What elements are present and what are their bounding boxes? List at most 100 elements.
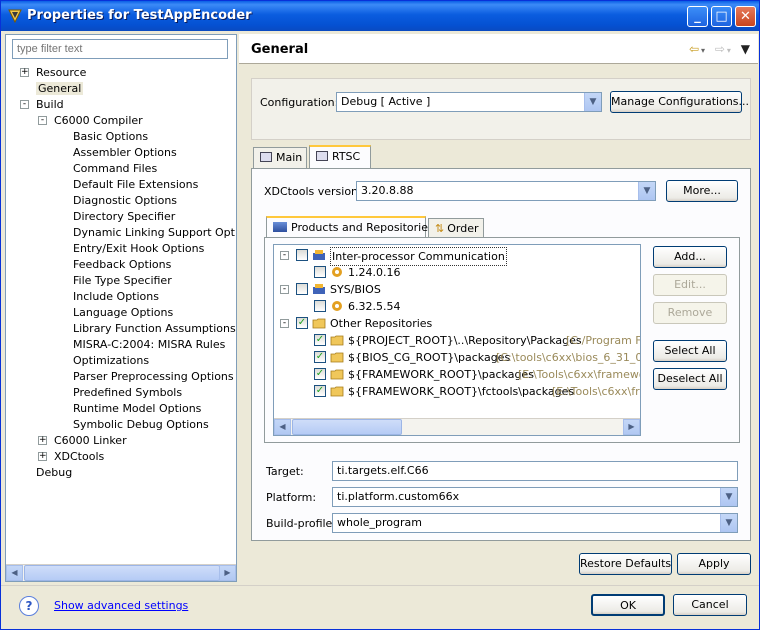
window-title: Properties for TestAppEncoder <box>27 8 252 23</box>
package-icon <box>332 301 342 311</box>
tree-item-general[interactable]: General <box>36 81 84 97</box>
collapse-icon[interactable]: - <box>20 100 29 109</box>
view-menu-icon[interactable]: ▼ <box>741 42 750 56</box>
collapse-icon[interactable]: - <box>38 116 47 125</box>
checkbox-repo-bios-cg-root[interactable]: ✓ <box>314 351 326 363</box>
repo-row-project-root[interactable]: ✓ ${PROJECT_ROOT}\..\Repository\Packages… <box>274 332 640 349</box>
back-menu-icon[interactable]: ▾ <box>701 46 705 55</box>
tree-item-runtime-model[interactable]: Runtime Model Options <box>73 401 201 417</box>
product-row-other-repos[interactable]: - ✓ Other Repositories <box>274 315 634 332</box>
xdctools-version-select[interactable]: 3.20.8.88 ▼ <box>356 181 656 201</box>
scroll-left-icon[interactable]: ◀ <box>274 419 291 435</box>
products-tree[interactable]: - Inter-processor Communication 1.24.0.1… <box>273 244 641 436</box>
build-profile-select[interactable]: whole_program ▼ <box>332 513 738 533</box>
product-icon <box>313 284 325 294</box>
tree-item-predefined-symbols[interactable]: Predefined Symbols <box>73 385 182 401</box>
products-horizontal-scrollbar[interactable]: ◀ ▶ <box>274 418 640 435</box>
tree-item-file-type-specifier[interactable]: File Type Specifier <box>73 273 172 289</box>
maximize-icon: □ <box>715 9 728 24</box>
tab-rtsc[interactable]: RTSC <box>309 145 371 169</box>
tree-item-language-options[interactable]: Language Options <box>73 305 173 321</box>
product-row-sysbios[interactable]: - SYS/BIOS <box>274 281 634 298</box>
tree-item-symbolic-debug[interactable]: Symbolic Debug Options <box>73 417 209 433</box>
apply-button[interactable]: Apply <box>677 553 751 575</box>
checkbox-sysbios[interactable] <box>296 283 308 295</box>
checkbox-ipc[interactable] <box>296 249 308 261</box>
ccs-app-icon <box>8 9 22 24</box>
help-icon[interactable]: ? <box>19 596 39 616</box>
checkbox-ipc-version[interactable] <box>314 266 326 278</box>
tree-item-entry-exit-hook[interactable]: Entry/Exit Hook Options <box>73 241 204 257</box>
product-icon <box>313 250 325 260</box>
checkbox-sysbios-version[interactable] <box>314 300 326 312</box>
page-header: General ⇦ ▾ ⇨ ▾ ▼ <box>239 34 758 64</box>
ok-button[interactable]: OK <box>591 594 665 616</box>
left-horizontal-scrollbar[interactable]: ◀ ▶ <box>6 564 236 581</box>
tree-item-default-file-extensions[interactable]: Default File Extensions <box>73 177 198 193</box>
target-label: Target: <box>266 465 304 478</box>
tree-item-include-options[interactable]: Include Options <box>73 289 159 305</box>
product-row-ipc[interactable]: - Inter-processor Communication <box>274 247 634 266</box>
repo-row-fctools[interactable]: ✓ ${FRAMEWORK_ROOT}\fctools\packages [E:… <box>274 383 640 400</box>
expand-icon[interactable]: + <box>38 436 47 445</box>
chevron-down-icon: ▼ <box>720 488 737 506</box>
manage-configurations-button[interactable]: Manage Configurations... <box>610 91 749 113</box>
tree-item-debug[interactable]: Debug <box>36 465 72 481</box>
checkbox-repo-fctools[interactable]: ✓ <box>314 385 326 397</box>
tab-main[interactable]: Main <box>253 147 307 169</box>
deselect-all-button[interactable]: Deselect All <box>653 368 727 390</box>
expand-icon[interactable]: + <box>38 452 47 461</box>
minimize-button[interactable]: _ <box>687 6 708 27</box>
product-row-ipc-version[interactable]: 1.24.0.16 <box>274 264 634 281</box>
products-icon <box>273 222 287 232</box>
back-arrow-icon[interactable]: ⇦ <box>689 42 699 56</box>
chevron-down-icon: ▼ <box>638 182 655 200</box>
repo-row-bios-cg-root[interactable]: ✓ ${BIOS_CG_ROOT}\packages [C:\tools\c6x… <box>274 349 640 366</box>
show-advanced-settings-link[interactable]: Show advanced settings <box>54 599 188 612</box>
collapse-icon[interactable]: - <box>280 319 289 328</box>
rtsc-tab-pane: XDCtools version: 3.20.8.88 ▼ More... Pr… <box>251 168 751 541</box>
tree-item-dynamic-linking[interactable]: Dynamic Linking Support Options <box>73 225 236 241</box>
forward-arrow-icon: ⇨ <box>714 42 725 56</box>
edit-button: Edit... <box>653 274 727 296</box>
tree-item-misra[interactable]: MISRA-C:2004: MISRA Rules <box>73 337 225 353</box>
dialog-footer: ? Show advanced settings OK Cancel <box>1 585 759 629</box>
repo-row-framework-root[interactable]: ✓ ${FRAMEWORK_ROOT}\packages [E:\Tools\c… <box>274 366 640 383</box>
cancel-button[interactable]: Cancel <box>673 594 747 616</box>
product-row-sysbios-version[interactable]: 6.32.5.54 <box>274 298 634 315</box>
configuration-select[interactable]: Debug [ Active ] ▼ <box>336 92 602 112</box>
tree-item-diagnostic-options[interactable]: Diagnostic Options <box>73 193 177 209</box>
checkbox-repo-framework-root[interactable]: ✓ <box>314 368 326 380</box>
select-all-button[interactable]: Select All <box>653 340 727 362</box>
close-button[interactable]: ✕ <box>735 6 756 27</box>
tree-item-command-files[interactable]: Command Files <box>73 161 157 177</box>
restore-defaults-button[interactable]: Restore Defaults <box>579 553 672 575</box>
platform-select[interactable]: ti.platform.custom66x ▼ <box>332 487 738 507</box>
tree-item-library-function-assumptions[interactable]: Library Function Assumptions <box>73 321 236 337</box>
tree-item-assembler-options[interactable]: Assembler Options <box>73 145 177 161</box>
tree-item-optimizations[interactable]: Optimizations <box>73 353 149 369</box>
tree-item-feedback-options[interactable]: Feedback Options <box>73 257 171 273</box>
scroll-right-icon[interactable]: ▶ <box>623 419 640 435</box>
target-input[interactable]: ti.targets.elf.C66 <box>332 461 738 481</box>
filter-input[interactable] <box>12 39 228 59</box>
scroll-thumb[interactable] <box>292 419 402 435</box>
tree-item-directory-specifier[interactable]: Directory Specifier <box>73 209 175 225</box>
collapse-icon[interactable]: - <box>280 285 289 294</box>
maximize-button[interactable]: □ <box>711 6 732 27</box>
more-button[interactable]: More... <box>666 180 738 202</box>
tree-item-basic-options[interactable]: Basic Options <box>73 129 148 145</box>
checkbox-other-repos[interactable]: ✓ <box>296 317 308 329</box>
scroll-left-icon[interactable]: ◀ <box>6 565 23 581</box>
tree-item-parser-preprocessing[interactable]: Parser Preprocessing Options <box>73 369 234 385</box>
package-icon <box>332 267 342 277</box>
forward-menu-icon: ▾ <box>726 46 731 55</box>
collapse-icon[interactable]: - <box>280 251 289 260</box>
expand-icon[interactable]: + <box>20 68 29 77</box>
folder-icon <box>330 335 344 346</box>
scroll-right-icon[interactable]: ▶ <box>219 565 236 581</box>
checkbox-repo-project-root[interactable]: ✓ <box>314 334 326 346</box>
title-bar[interactable]: Properties for TestAppEncoder _ □ ✕ <box>1 1 759 31</box>
scroll-thumb[interactable] <box>24 565 220 581</box>
add-button[interactable]: Add... <box>653 246 727 268</box>
